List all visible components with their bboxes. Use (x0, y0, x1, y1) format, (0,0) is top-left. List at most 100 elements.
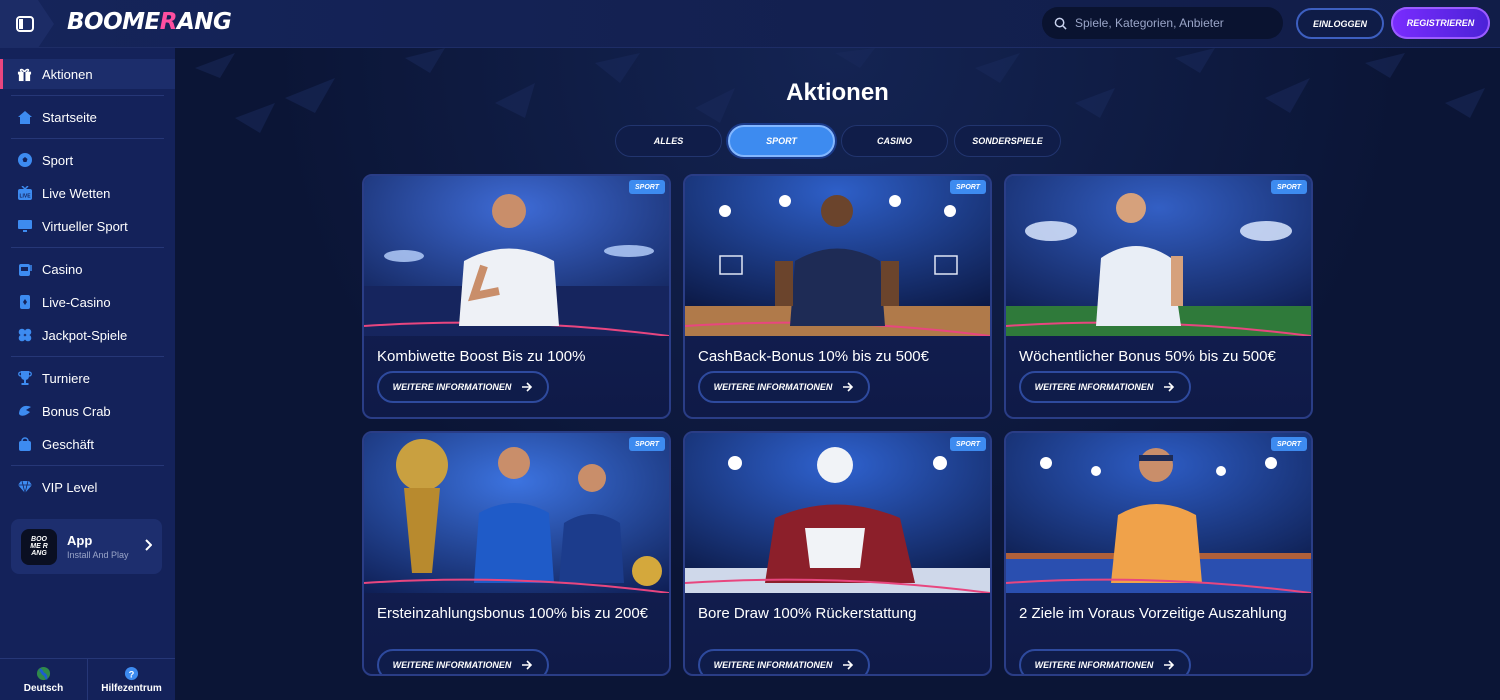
sidebar-toggle-button[interactable] (0, 0, 54, 48)
promo-image-stadium (1006, 176, 1311, 336)
sidebar-item-sport[interactable]: Sport (0, 145, 175, 175)
sidebar-item-bonus-crab[interactable]: Bonus Crab (0, 396, 175, 426)
category-badge: SPORT (629, 180, 665, 194)
promo-image-tennis (1006, 433, 1311, 593)
more-info-button[interactable]: WEITERE INFORMATIONEN (698, 649, 870, 674)
sidebar-item-label: Geschäft (42, 436, 95, 452)
login-button[interactable]: EINLOGGEN (1296, 8, 1384, 39)
promo-title: 2 Ziele im Voraus Vorzeitige Auszahlung (1019, 605, 1287, 622)
tab-sport[interactable]: SPORT (728, 125, 835, 157)
category-badge: SPORT (629, 437, 665, 451)
more-info-button[interactable]: WEITERE INFORMATIONEN (698, 371, 870, 403)
help-center-label: Hilfezentrum (101, 682, 162, 694)
sidebar-item-jackpot-spiele[interactable]: Jackpot-Spiele (0, 320, 175, 350)
svg-text:?: ? (129, 669, 135, 679)
category-tabs: ALLES SPORT CASINO SONDERSPIELE (615, 125, 1061, 157)
promo-title: Ersteinzahlungsbonus 100% bis zu 200€ (377, 605, 649, 622)
sidebar-divider (11, 356, 164, 357)
trophy-icon (16, 370, 33, 387)
shopping-bag-icon (16, 436, 33, 453)
arrow-right-icon (522, 382, 533, 392)
sidebar-item-label: Virtueller Sport (42, 218, 128, 234)
promo-title: Wöchentlicher Bonus 50% bis zu 500€ (1019, 348, 1276, 365)
sidebar-item-live-casino[interactable]: Live-Casino (0, 287, 175, 317)
sidebar-item-virtueller-sport[interactable]: Virtueller Sport (0, 211, 175, 241)
sidebar-item-label: Live-Casino (42, 294, 111, 310)
promo-image-trophy (364, 433, 669, 593)
live-tv-icon: LIVE (16, 185, 33, 202)
tab-sonderspiele[interactable]: SONDERSPIELE (954, 125, 1061, 157)
category-badge: SPORT (950, 180, 986, 194)
sidebar-item-label: Startseite (42, 109, 97, 125)
promo-image-hockey (685, 433, 990, 593)
promo-card[interactable]: SPORT Kombiwette Boost Bis zu 100% WEITE… (362, 174, 671, 419)
sidebar-item-vip-level[interactable]: VIP Level (0, 472, 175, 502)
playing-card-icon (16, 294, 33, 311)
top-header: BOOMERANG EINLOGGEN REGISTRIEREN (0, 0, 1500, 48)
sidebar-divider (11, 138, 164, 139)
more-info-button[interactable]: WEITERE INFORMATIONEN (377, 649, 549, 674)
app-title: App (67, 533, 93, 548)
promo-card[interactable]: SPORT 2 Ziele im Voraus Vorzeitige Ausza… (1004, 431, 1313, 676)
brand-logo[interactable]: BOOMERANG (67, 9, 232, 35)
sidebar-divider (11, 247, 164, 248)
sidebar-divider (11, 95, 164, 96)
app-logo: BOO ME R ANG (21, 528, 57, 565)
sidebar-item-label: Jackpot-Spiele (42, 327, 128, 343)
promotion-grid: SPORT Kombiwette Boost Bis zu 100% WEITE… (362, 174, 1313, 676)
sidebar-item-startseite[interactable]: Startseite (0, 102, 175, 132)
help-center-button[interactable]: ? Hilfezentrum (87, 659, 175, 700)
more-info-button[interactable]: WEITERE INFORMATIONEN (377, 371, 549, 403)
promo-image-basketball (685, 176, 990, 336)
promo-title: Kombiwette Boost Bis zu 100% (377, 348, 586, 365)
arrow-right-icon (522, 660, 533, 670)
monitor-icon (16, 218, 33, 235)
sidebar-item-turniere[interactable]: Turniere (0, 363, 175, 393)
svg-text:LIVE: LIVE (19, 193, 31, 199)
sidebar-item-casino[interactable]: Casino (0, 254, 175, 284)
sidebar-item-label: Aktionen (42, 66, 93, 82)
promo-card[interactable]: SPORT Wöchentlicher Bonus 50% bis zu 500… (1004, 174, 1313, 419)
sidebar-divider (11, 465, 164, 466)
diamond-icon (16, 479, 33, 496)
sidebar-toggle-icon (16, 16, 34, 32)
sidebar-item-label: Casino (42, 261, 83, 277)
more-info-button[interactable]: WEITERE INFORMATIONEN (1019, 649, 1191, 674)
page-title: Aktionen (786, 79, 889, 106)
tab-alles[interactable]: ALLES (615, 125, 722, 157)
tab-casino[interactable]: CASINO (841, 125, 948, 157)
sidebar-footer: Deutsch ? Hilfezentrum (0, 658, 175, 700)
language-label: Deutsch (23, 682, 64, 694)
promo-card[interactable]: SPORT Bore Draw 100% Rückerstattung WEIT… (683, 431, 992, 676)
help-icon: ? (124, 666, 139, 680)
chevron-right-icon (145, 539, 152, 551)
language-button[interactable]: Deutsch (0, 659, 87, 700)
home-icon (16, 109, 33, 126)
sidebar: Aktionen Startseite Sport LIVE Live Wett… (0, 48, 175, 700)
arrow-right-icon (1164, 382, 1175, 392)
category-badge: SPORT (950, 437, 986, 451)
sidebar-item-label: Bonus Crab (42, 403, 111, 419)
search-box[interactable] (1042, 7, 1283, 39)
more-info-button[interactable]: WEITERE INFORMATIONEN (1019, 371, 1191, 403)
promo-card[interactable]: SPORT Ersteinzahlungsbonus 100% bis zu 2… (362, 431, 671, 676)
app-download-card[interactable]: BOO ME R ANG App Install And Play (11, 519, 162, 574)
promo-card[interactable]: SPORT CashBack-Bonus 10% bis zu 500€ WEI… (683, 174, 992, 419)
register-button[interactable]: REGISTRIEREN (1391, 7, 1490, 39)
gift-icon (16, 66, 33, 83)
sidebar-item-label: Live Wetten (42, 185, 111, 201)
sidebar-item-aktionen[interactable]: Aktionen (0, 59, 175, 89)
sidebar-item-geschaeft[interactable]: Geschäft (0, 429, 175, 459)
sidebar-item-label: Turniere (42, 370, 90, 386)
sidebar-item-label: Sport (42, 152, 74, 168)
sidebar-item-live-wetten[interactable]: LIVE Live Wetten (0, 178, 175, 208)
sidebar-item-label: VIP Level (42, 479, 98, 495)
app-subtitle: Install And Play (67, 550, 129, 560)
promo-image-football (364, 176, 669, 336)
main-content: Aktionen ALLES SPORT CASINO SONDERSPIELE… (175, 48, 1500, 700)
promo-title: Bore Draw 100% Rückerstattung (698, 605, 917, 622)
claw-icon (16, 403, 33, 420)
category-badge: SPORT (1271, 437, 1307, 451)
search-icon (1054, 17, 1067, 30)
search-input[interactable] (1075, 16, 1265, 30)
